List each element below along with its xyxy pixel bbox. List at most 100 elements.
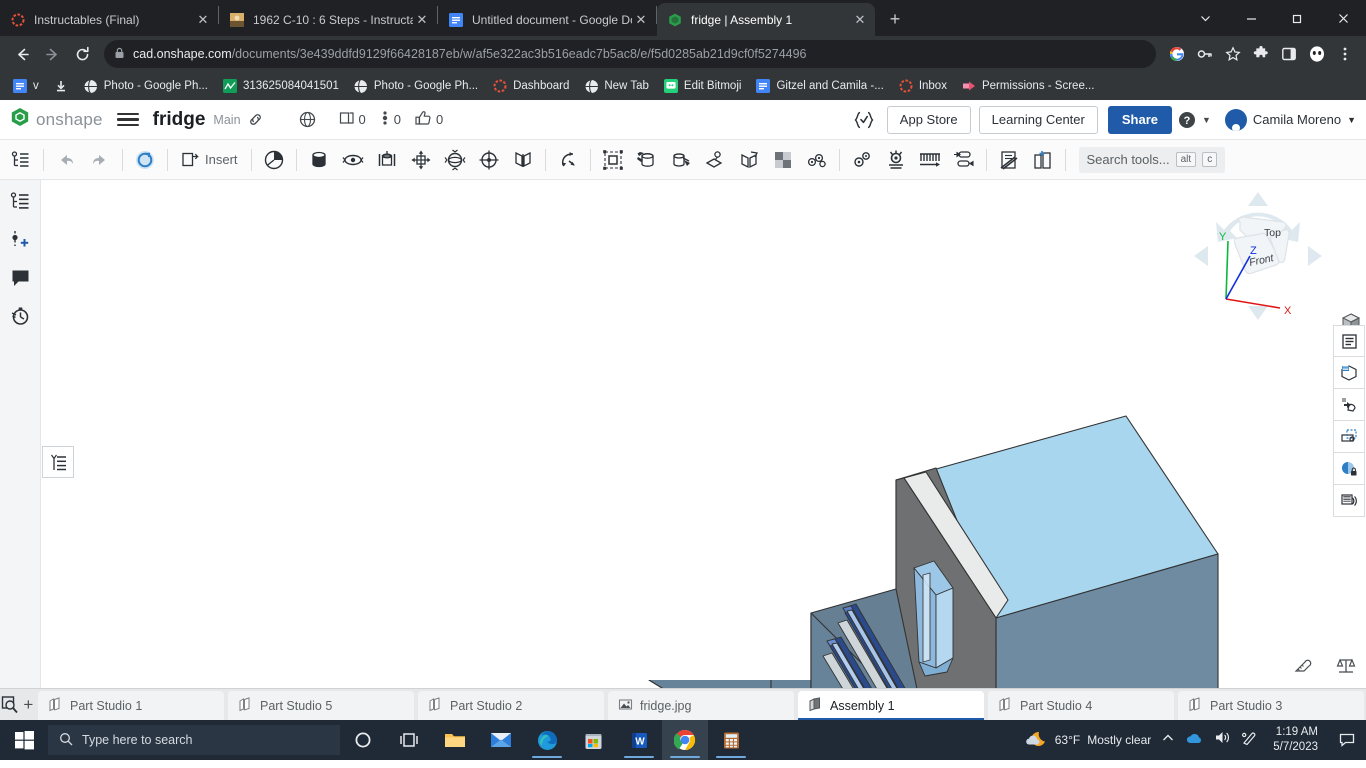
revolute-mate-icon[interactable] <box>336 143 370 177</box>
mate-connector-icon[interactable] <box>257 143 291 177</box>
add-tab-button[interactable]: + <box>21 689 36 720</box>
user-menu[interactable]: Camila Moreno ▼ <box>1225 109 1356 131</box>
google-chrome-icon[interactable] <box>662 720 708 760</box>
versions-count[interactable]: 0 <box>380 110 401 129</box>
cortana-icon[interactable] <box>340 720 386 760</box>
close-icon[interactable]: ✕ <box>194 11 212 29</box>
document-tab-part-studio-4[interactable]: Part Studio 4 <box>988 691 1174 720</box>
explode-icon[interactable] <box>766 143 800 177</box>
bookmark-item-6[interactable]: New Tab <box>577 75 655 97</box>
likes-count[interactable]: 0 <box>415 110 443 129</box>
instance-tree-icon[interactable] <box>4 143 38 177</box>
assembly-list-icon[interactable] <box>5 186 35 216</box>
back-icon[interactable] <box>8 40 36 68</box>
learning-center-button[interactable]: Learning Center <box>979 106 1098 134</box>
assembly-features-icon[interactable] <box>800 143 834 177</box>
undo-icon[interactable] <box>49 143 83 177</box>
document-tab-part-studio-5[interactable]: Part Studio 5 <box>228 691 414 720</box>
pin-slot-mate-icon[interactable] <box>472 143 506 177</box>
viewport-icon[interactable] <box>1333 421 1365 453</box>
app-store-button[interactable]: App Store <box>887 106 971 134</box>
new-tab-button[interactable]: + <box>881 5 909 33</box>
document-tab-part-studio-1[interactable]: Part Studio 1 <box>38 691 224 720</box>
close-window-button[interactable] <box>1320 0 1366 36</box>
redo-icon[interactable] <box>83 143 117 177</box>
close-icon[interactable]: ✕ <box>632 11 650 29</box>
transform-icon[interactable] <box>664 143 698 177</box>
profile-avatar-icon[interactable] <box>1304 41 1330 67</box>
side-panel-icon[interactable] <box>1276 41 1302 67</box>
add-mate-connector-icon[interactable] <box>5 224 35 254</box>
microsoft-store-icon[interactable] <box>570 720 616 760</box>
weather-widget[interactable]: 63°F Mostly clear <box>1026 729 1152 752</box>
file-explorer-icon[interactable] <box>432 720 478 760</box>
password-key-icon[interactable] <box>1192 41 1218 67</box>
rack-pinion-icon[interactable] <box>913 143 947 177</box>
cylindrical-mate-icon[interactable] <box>506 143 540 177</box>
document-tab-part-studio-3[interactable]: Part Studio 3 <box>1178 691 1364 720</box>
onshape-logo-icon[interactable] <box>10 107 30 132</box>
extensions-puzzle-icon[interactable] <box>1248 41 1274 67</box>
main-menu-icon[interactable] <box>117 113 139 127</box>
measure-panel-icon[interactable] <box>1333 485 1365 517</box>
display-state-icon[interactable] <box>1333 325 1365 357</box>
document-title[interactable]: fridge <box>153 109 206 131</box>
pattern-icon[interactable] <box>698 143 732 177</box>
tab-search-icon[interactable] <box>0 689 21 720</box>
3d-viewport[interactable]: Top Front Y X Z <box>41 180 1366 688</box>
forward-icon[interactable] <box>38 40 66 68</box>
globe-icon[interactable] <box>293 105 323 135</box>
onedrive-icon[interactable] <box>1185 731 1204 750</box>
fastened-mate-icon[interactable] <box>302 143 336 177</box>
pen-icon[interactable] <box>1241 730 1257 750</box>
bookmark-item-10[interactable]: Permissions - Scree... <box>955 75 1100 97</box>
chrome-menu-icon[interactable] <box>1332 41 1358 67</box>
calculator-icon[interactable] <box>708 720 754 760</box>
gear-mate-icon[interactable] <box>845 143 879 177</box>
appearance-lock-icon[interactable] <box>1333 453 1365 485</box>
volume-icon[interactable] <box>1214 730 1231 750</box>
planar-mate-icon[interactable] <box>404 143 438 177</box>
bookmark-item-2[interactable]: Photo - Google Ph... <box>77 75 214 97</box>
task-view-icon[interactable] <box>386 720 432 760</box>
taskbar-clock[interactable]: 1:19 AM 5/7/2023 <box>1267 725 1324 755</box>
close-icon[interactable]: ✕ <box>851 11 869 29</box>
slider-mate-icon[interactable] <box>370 143 404 177</box>
bookmark-item-4[interactable]: Photo - Google Ph... <box>347 75 484 97</box>
mass-properties-icon[interactable] <box>1336 657 1356 680</box>
browser-tab-1[interactable]: 1962 C-10 : 6 Steps - Instructable ✕ <box>219 3 437 36</box>
document-tab-part-studio-2[interactable]: Part Studio 2 <box>418 691 604 720</box>
copy-view-icon[interactable] <box>1333 389 1365 421</box>
bookmark-item-3[interactable]: 313625084041501 <box>216 75 345 97</box>
mirror-icon[interactable] <box>732 143 766 177</box>
close-icon[interactable]: ✕ <box>413 11 431 29</box>
hide-icon[interactable] <box>992 143 1026 177</box>
featurescript-icon[interactable] <box>849 105 879 135</box>
copies-count[interactable]: 0 <box>339 110 366 129</box>
help-dropdown-chevron-icon[interactable]: ▼ <box>1202 115 1211 125</box>
fridge-assembly-3d-model[interactable] <box>41 180 1366 688</box>
link-icon[interactable] <box>241 105 271 135</box>
google-account-icon[interactable] <box>1164 41 1190 67</box>
mate-limits-icon[interactable] <box>947 143 981 177</box>
show-hidden-icons-icon[interactable] <box>1161 731 1175 750</box>
bookmark-item-5[interactable]: Dashboard <box>486 75 575 97</box>
search-tools-input[interactable]: Search tools... alt c <box>1079 147 1226 173</box>
history-icon[interactable] <box>5 300 35 330</box>
document-branch[interactable]: Main <box>213 113 240 127</box>
bookmark-item-8[interactable]: Gitzel and Camila -... <box>749 75 889 97</box>
action-center-icon[interactable] <box>1334 720 1360 760</box>
screw-mate-icon[interactable] <box>879 143 913 177</box>
render-icon[interactable] <box>1333 357 1365 389</box>
minimize-button[interactable] <box>1228 0 1274 36</box>
bookmark-item-0[interactable]: v <box>6 75 45 97</box>
browser-tab-3[interactable]: fridge | Assembly 1 ✕ <box>657 3 875 36</box>
document-tab-assembly-1[interactable]: Assembly 1 <box>798 691 984 720</box>
taskbar-search-input[interactable]: Type here to search <box>48 725 340 755</box>
section-icon[interactable] <box>1026 143 1060 177</box>
browser-tab-0[interactable]: Instructables (Final) ✕ <box>0 3 218 36</box>
microsoft-word-icon[interactable]: W <box>616 720 662 760</box>
chevron-down-icon[interactable] <box>1182 0 1228 36</box>
ball-mate-icon[interactable] <box>438 143 472 177</box>
share-button[interactable]: Share <box>1108 106 1172 134</box>
